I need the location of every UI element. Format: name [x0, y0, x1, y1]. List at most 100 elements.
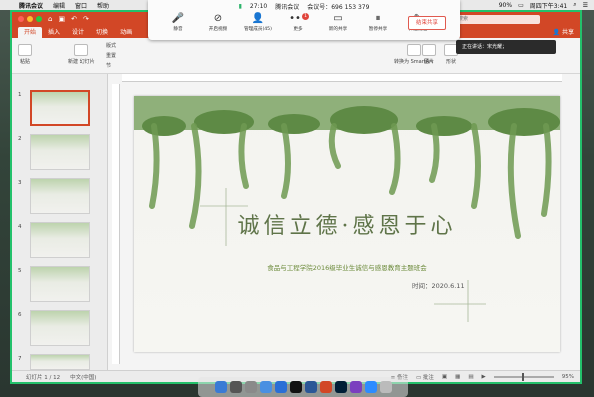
speaking-indicator: 正在讲话：宋光耀；: [456, 40, 556, 54]
layout-button[interactable]: 版式: [106, 42, 116, 49]
zoom-slider[interactable]: [493, 372, 554, 381]
pause-share-button[interactable]: ⏸ 暂停共享: [358, 12, 398, 32]
finder-icon[interactable]: [214, 381, 227, 393]
slide-subtitle[interactable]: 食品与工程学院2016级毕业生诚信与感恩教育主题班会: [134, 262, 560, 272]
launchpad-icon[interactable]: [229, 381, 242, 393]
share-button[interactable]: 👤 共享: [553, 27, 574, 38]
video-button[interactable]: ⊘ 开启视频: [198, 12, 238, 32]
home-icon[interactable]: ⌂: [48, 15, 52, 23]
mute-button[interactable]: 🎤 静音: [158, 12, 198, 32]
qq-icon[interactable]: [289, 381, 302, 393]
tab-transitions[interactable]: 切换: [90, 27, 114, 38]
powerpoint-window: ⌂ ▣ ↶ ↷ 在演示文稿中搜索 开始 插入 设计 切换 动画 👤 共享 粘贴 …: [10, 10, 582, 384]
slide-thumbnail[interactable]: [30, 134, 90, 170]
layout-label: 版式: [106, 43, 117, 49]
language[interactable]: 中文(中国): [70, 373, 96, 381]
new-slide-label: 新建 幻灯片: [68, 59, 95, 65]
normal-view-icon[interactable]: ▣: [442, 374, 447, 380]
dock: [198, 377, 408, 397]
more-icon: •••: [289, 13, 307, 24]
tencent-meeting-icon[interactable]: [364, 381, 377, 393]
menu-item-help[interactable]: 帮助: [92, 1, 114, 10]
menu-icon[interactable]: ☰: [583, 2, 588, 9]
shape-label: 形状: [445, 59, 456, 65]
meeting-info: ▮ 27:10 腾讯会议 会议号：696 153 379: [148, 0, 460, 12]
save-icon[interactable]: ▣: [58, 15, 65, 23]
clock[interactable]: 周四下午3:41: [530, 1, 567, 10]
share-label: 共享: [561, 29, 574, 36]
trash-icon[interactable]: [379, 381, 392, 393]
sorter-view-icon[interactable]: ▦: [455, 374, 460, 380]
members-button[interactable]: 👤 管理成员(45): [238, 12, 278, 32]
reading-view-icon[interactable]: ▤: [468, 374, 473, 380]
app-store-icon[interactable]: [274, 381, 287, 393]
signal-icon: ▮: [238, 2, 242, 10]
slide-thumbnail[interactable]: [30, 90, 90, 126]
battery-icon[interactable]: ▭: [518, 2, 524, 9]
pause-icon: ⏸: [375, 13, 381, 24]
meeting-title: 腾讯会议: [275, 3, 300, 11]
menu-item-window[interactable]: 窗口: [70, 1, 92, 10]
picture-label: 图片: [423, 59, 434, 65]
new-slide-icon: [74, 44, 89, 56]
menu-item-edit[interactable]: 编辑: [48, 1, 70, 10]
word-icon[interactable]: [304, 381, 317, 393]
slide-date[interactable]: 时间：2020.6.11: [412, 280, 465, 290]
picture-icon: [422, 44, 436, 56]
slide-title[interactable]: 诚信立德·感恩于心: [134, 208, 560, 240]
slide-thumbnail[interactable]: [30, 222, 90, 258]
thumb-number: 1: [18, 92, 22, 98]
mic-icon: 🎤: [171, 13, 185, 24]
comments-button[interactable]: ▭ 批注: [416, 373, 434, 381]
zoom-level[interactable]: 95%: [562, 374, 574, 380]
new-slide-button[interactable]: 新建 幻灯片: [68, 44, 95, 65]
meeting-toolbar: ▮ 27:10 腾讯会议 会议号：696 153 379 🎤 静音 ⊘ 开启视频 👤…: [148, 0, 460, 40]
more-button[interactable]: ••• 更多 1: [278, 12, 318, 32]
thumbnail-pane[interactable]: 1 2 3 4 5 6 7: [12, 74, 108, 372]
slide-thumbnail[interactable]: [30, 310, 90, 346]
close-window-icon[interactable]: [18, 16, 24, 22]
menu-app-name[interactable]: 腾讯会议: [14, 1, 48, 10]
powerpoint-icon[interactable]: [319, 381, 332, 393]
thumb-number: 7: [18, 356, 22, 362]
search-icon[interactable]: ⌕: [573, 1, 576, 9]
mute-label: 静音: [173, 27, 183, 32]
end-share-button[interactable]: 结束共享: [408, 16, 446, 30]
slide-thumbnail[interactable]: [30, 266, 90, 302]
tab-design[interactable]: 设计: [66, 27, 90, 38]
video-off-icon: ⊘: [213, 13, 223, 24]
settings-icon[interactable]: [244, 381, 257, 393]
star-app-icon[interactable]: [349, 381, 362, 393]
thumb-number: 5: [18, 268, 22, 274]
meeting-id-label: 会议号：: [307, 3, 332, 11]
slide-count: 幻灯片 1 / 12: [26, 374, 61, 381]
tab-home[interactable]: 开始: [18, 27, 43, 38]
new-share-button[interactable]: ▭ 新的共享: [318, 12, 358, 32]
zoom-window-icon[interactable]: [36, 16, 42, 22]
section-button[interactable]: 节: [106, 62, 111, 69]
safari-icon[interactable]: [259, 381, 272, 393]
meeting-id[interactable]: 会议号：696 153 379: [307, 2, 369, 11]
pause-share-label: 暂停共享: [368, 27, 388, 32]
thumb-number: 2: [18, 136, 22, 142]
slide-thumbnail[interactable]: [30, 178, 90, 214]
minimize-window-icon[interactable]: [27, 16, 33, 22]
new-share-label: 新的共享: [328, 27, 348, 32]
notification-badge: 1: [302, 13, 309, 20]
members-label: 管理成员(45): [244, 27, 272, 32]
video-label: 开启视频: [208, 27, 228, 32]
slideshow-icon[interactable]: ▶: [482, 374, 486, 380]
battery-percent[interactable]: 90%: [499, 2, 512, 9]
meeting-id-value: 696 153 379: [331, 3, 370, 11]
redo-icon[interactable]: ↷: [83, 15, 89, 23]
tab-animations[interactable]: 动画: [114, 27, 138, 38]
paste-button[interactable]: 粘贴: [18, 44, 32, 65]
slide-canvas[interactable]: 诚信立德·感恩于心 食品与工程学院2016级毕业生诚信与感恩教育主题班会 时间：…: [134, 96, 560, 352]
reset-button[interactable]: 重置: [106, 52, 116, 59]
undo-icon[interactable]: ↶: [71, 15, 77, 23]
tab-insert[interactable]: 插入: [42, 27, 66, 38]
photoshop-icon[interactable]: [334, 381, 347, 393]
paste-icon: [18, 44, 32, 56]
slide-thumbnail[interactable]: [30, 354, 90, 370]
picture-button[interactable]: 图片: [422, 44, 436, 65]
